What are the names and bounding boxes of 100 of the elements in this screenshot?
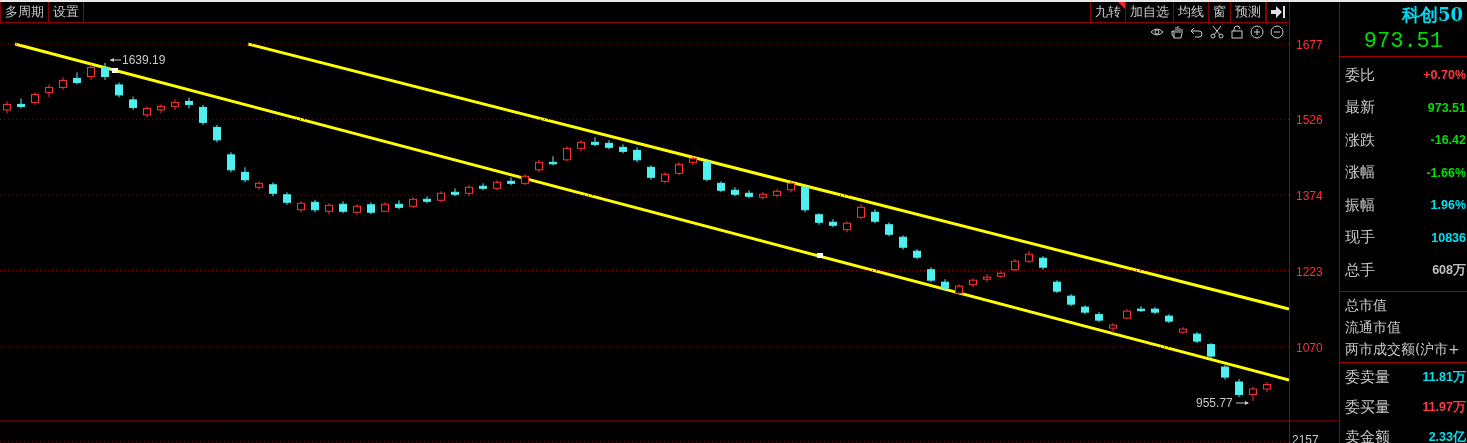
toolbar-button[interactable]: 九转 [1090, 2, 1126, 22]
candlestick [717, 180, 725, 193]
candlestick [31, 91, 39, 106]
order-value: 11.97万 [1422, 399, 1466, 416]
index-price: 973.51 [1363, 28, 1443, 56]
candlestick [1011, 258, 1019, 272]
candlestick [1053, 279, 1061, 294]
candlestick [409, 196, 417, 209]
candlestick [773, 188, 781, 198]
candlestick [493, 179, 501, 191]
candlestick [563, 145, 571, 162]
order-value: 2.33亿 [1428, 429, 1466, 443]
quote-value: 608万 [1432, 261, 1466, 279]
candlestick [185, 96, 193, 109]
quote-label: 现手 [1345, 228, 1375, 248]
index-name: 科创50 [1401, 3, 1463, 27]
candlestick [633, 146, 641, 163]
candlestick [549, 155, 557, 166]
candlestick [1039, 255, 1047, 271]
candlestick [787, 180, 795, 193]
candlestick [157, 103, 165, 114]
candlestick [661, 171, 669, 184]
candlestick [521, 173, 529, 186]
candlestick [353, 203, 361, 216]
axis-tick-label: 1526 [1296, 113, 1323, 128]
axis-tick-label: 1070 [1296, 341, 1323, 356]
candlestick [871, 208, 879, 224]
candlestick [129, 95, 137, 111]
candlestick [801, 184, 809, 213]
quote-label: 涨跌 [1345, 130, 1375, 150]
quote-label: 总手 [1345, 260, 1375, 280]
candlestick [73, 71, 81, 85]
toolbar-tab[interactable]: 多周期 [0, 2, 49, 22]
quote-value: -16.42 [1430, 133, 1466, 148]
eye-icon[interactable] [1150, 25, 1164, 39]
candlestick [885, 221, 893, 237]
hand-icon[interactable] [1170, 25, 1184, 39]
candlestick [969, 277, 977, 288]
candlestick [1025, 250, 1033, 264]
candlestick [115, 81, 123, 98]
candlestick [423, 195, 431, 204]
candlestick [101, 62, 109, 81]
candlestick [1151, 306, 1159, 315]
candlestick [1263, 381, 1271, 393]
quote-value: -1.66% [1426, 165, 1466, 180]
axis-tick-label: 1223 [1296, 264, 1323, 279]
candlestick [983, 273, 991, 283]
quote-value: 973.51 [1427, 100, 1466, 115]
candlestick [899, 234, 907, 251]
quote-value: +0.70% [1423, 68, 1466, 83]
info-label: 两市成交额(沪市+ [1345, 339, 1461, 359]
candlestick [1095, 311, 1103, 323]
candlestick [1137, 305, 1145, 313]
order-label: 委买量 [1345, 398, 1390, 417]
undo-icon[interactable] [1190, 25, 1204, 39]
candlestick [479, 182, 487, 191]
candlestick [1179, 326, 1187, 335]
zoom-out-icon[interactable] [1270, 25, 1284, 39]
quote-label: 涨幅 [1345, 163, 1375, 183]
high-price-label: 1639.19 [122, 53, 166, 67]
axis-tick-label: 1374 [1296, 189, 1323, 204]
candlestick [255, 180, 263, 191]
candlestick [619, 143, 627, 154]
info-label: 总市值 [1345, 295, 1388, 315]
candlestick [171, 98, 179, 111]
order-label: 委卖量 [1345, 368, 1390, 387]
candlestick [199, 104, 207, 126]
candlestick [17, 97, 25, 109]
candlestick [507, 176, 515, 186]
candlestick [997, 270, 1005, 279]
lock-icon[interactable] [1230, 25, 1244, 39]
candlestick [647, 164, 655, 181]
candlestick [325, 202, 333, 215]
candlestick [59, 76, 67, 91]
candlestick [283, 191, 291, 206]
scissors-icon[interactable] [1210, 25, 1224, 39]
candlestick [577, 139, 585, 152]
quote-value: 10836 [1431, 230, 1466, 245]
candlestick [731, 186, 739, 197]
candlestick [941, 278, 949, 291]
quote-label: 振幅 [1345, 195, 1375, 215]
candlestick [241, 166, 249, 183]
candlestick [269, 181, 277, 197]
candlestick [605, 139, 613, 150]
candlestick [675, 161, 683, 176]
candlestick [381, 201, 389, 213]
candlestick [955, 283, 963, 296]
zoom-in-icon[interactable] [1250, 25, 1264, 39]
quote-label: 委比 [1345, 65, 1375, 85]
candlestick [745, 189, 753, 199]
candlestick [465, 184, 473, 197]
quote-label: 最新 [1345, 98, 1375, 118]
candlestick [1193, 331, 1201, 344]
candlestick [1249, 386, 1257, 402]
channel-lines-drawing[interactable] [14, 42, 1289, 382]
order-value: 11.81万 [1422, 369, 1466, 386]
candlestick [1221, 364, 1229, 381]
candlestick [857, 203, 865, 220]
candlestick [437, 190, 445, 203]
candlestick [143, 105, 151, 118]
